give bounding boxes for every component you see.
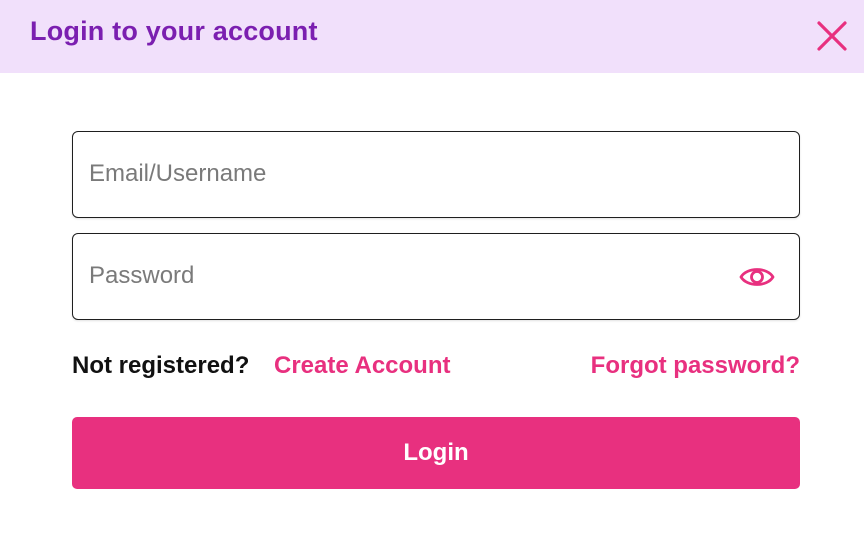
show-password-button[interactable] — [739, 260, 775, 294]
eye-icon — [739, 268, 775, 286]
password-field — [72, 233, 800, 320]
dialog-title: Login to your account — [30, 16, 318, 46]
close-icon — [817, 21, 847, 51]
email-field — [72, 131, 800, 218]
links-row: Not registered? Create Account Forgot pa… — [72, 352, 800, 386]
password-input[interactable] — [89, 234, 729, 318]
close-button[interactable] — [814, 18, 850, 54]
forgot-password-link[interactable]: Forgot password? — [591, 352, 800, 380]
login-dialog: Login to your account Not registered? Cr… — [0, 0, 864, 542]
not-registered-text: Not registered? — [72, 352, 250, 379]
login-button[interactable]: Login — [72, 417, 800, 489]
dialog-header: Login to your account — [0, 0, 864, 73]
email-input[interactable] — [89, 132, 729, 216]
create-account-link[interactable]: Create Account — [274, 352, 450, 380]
